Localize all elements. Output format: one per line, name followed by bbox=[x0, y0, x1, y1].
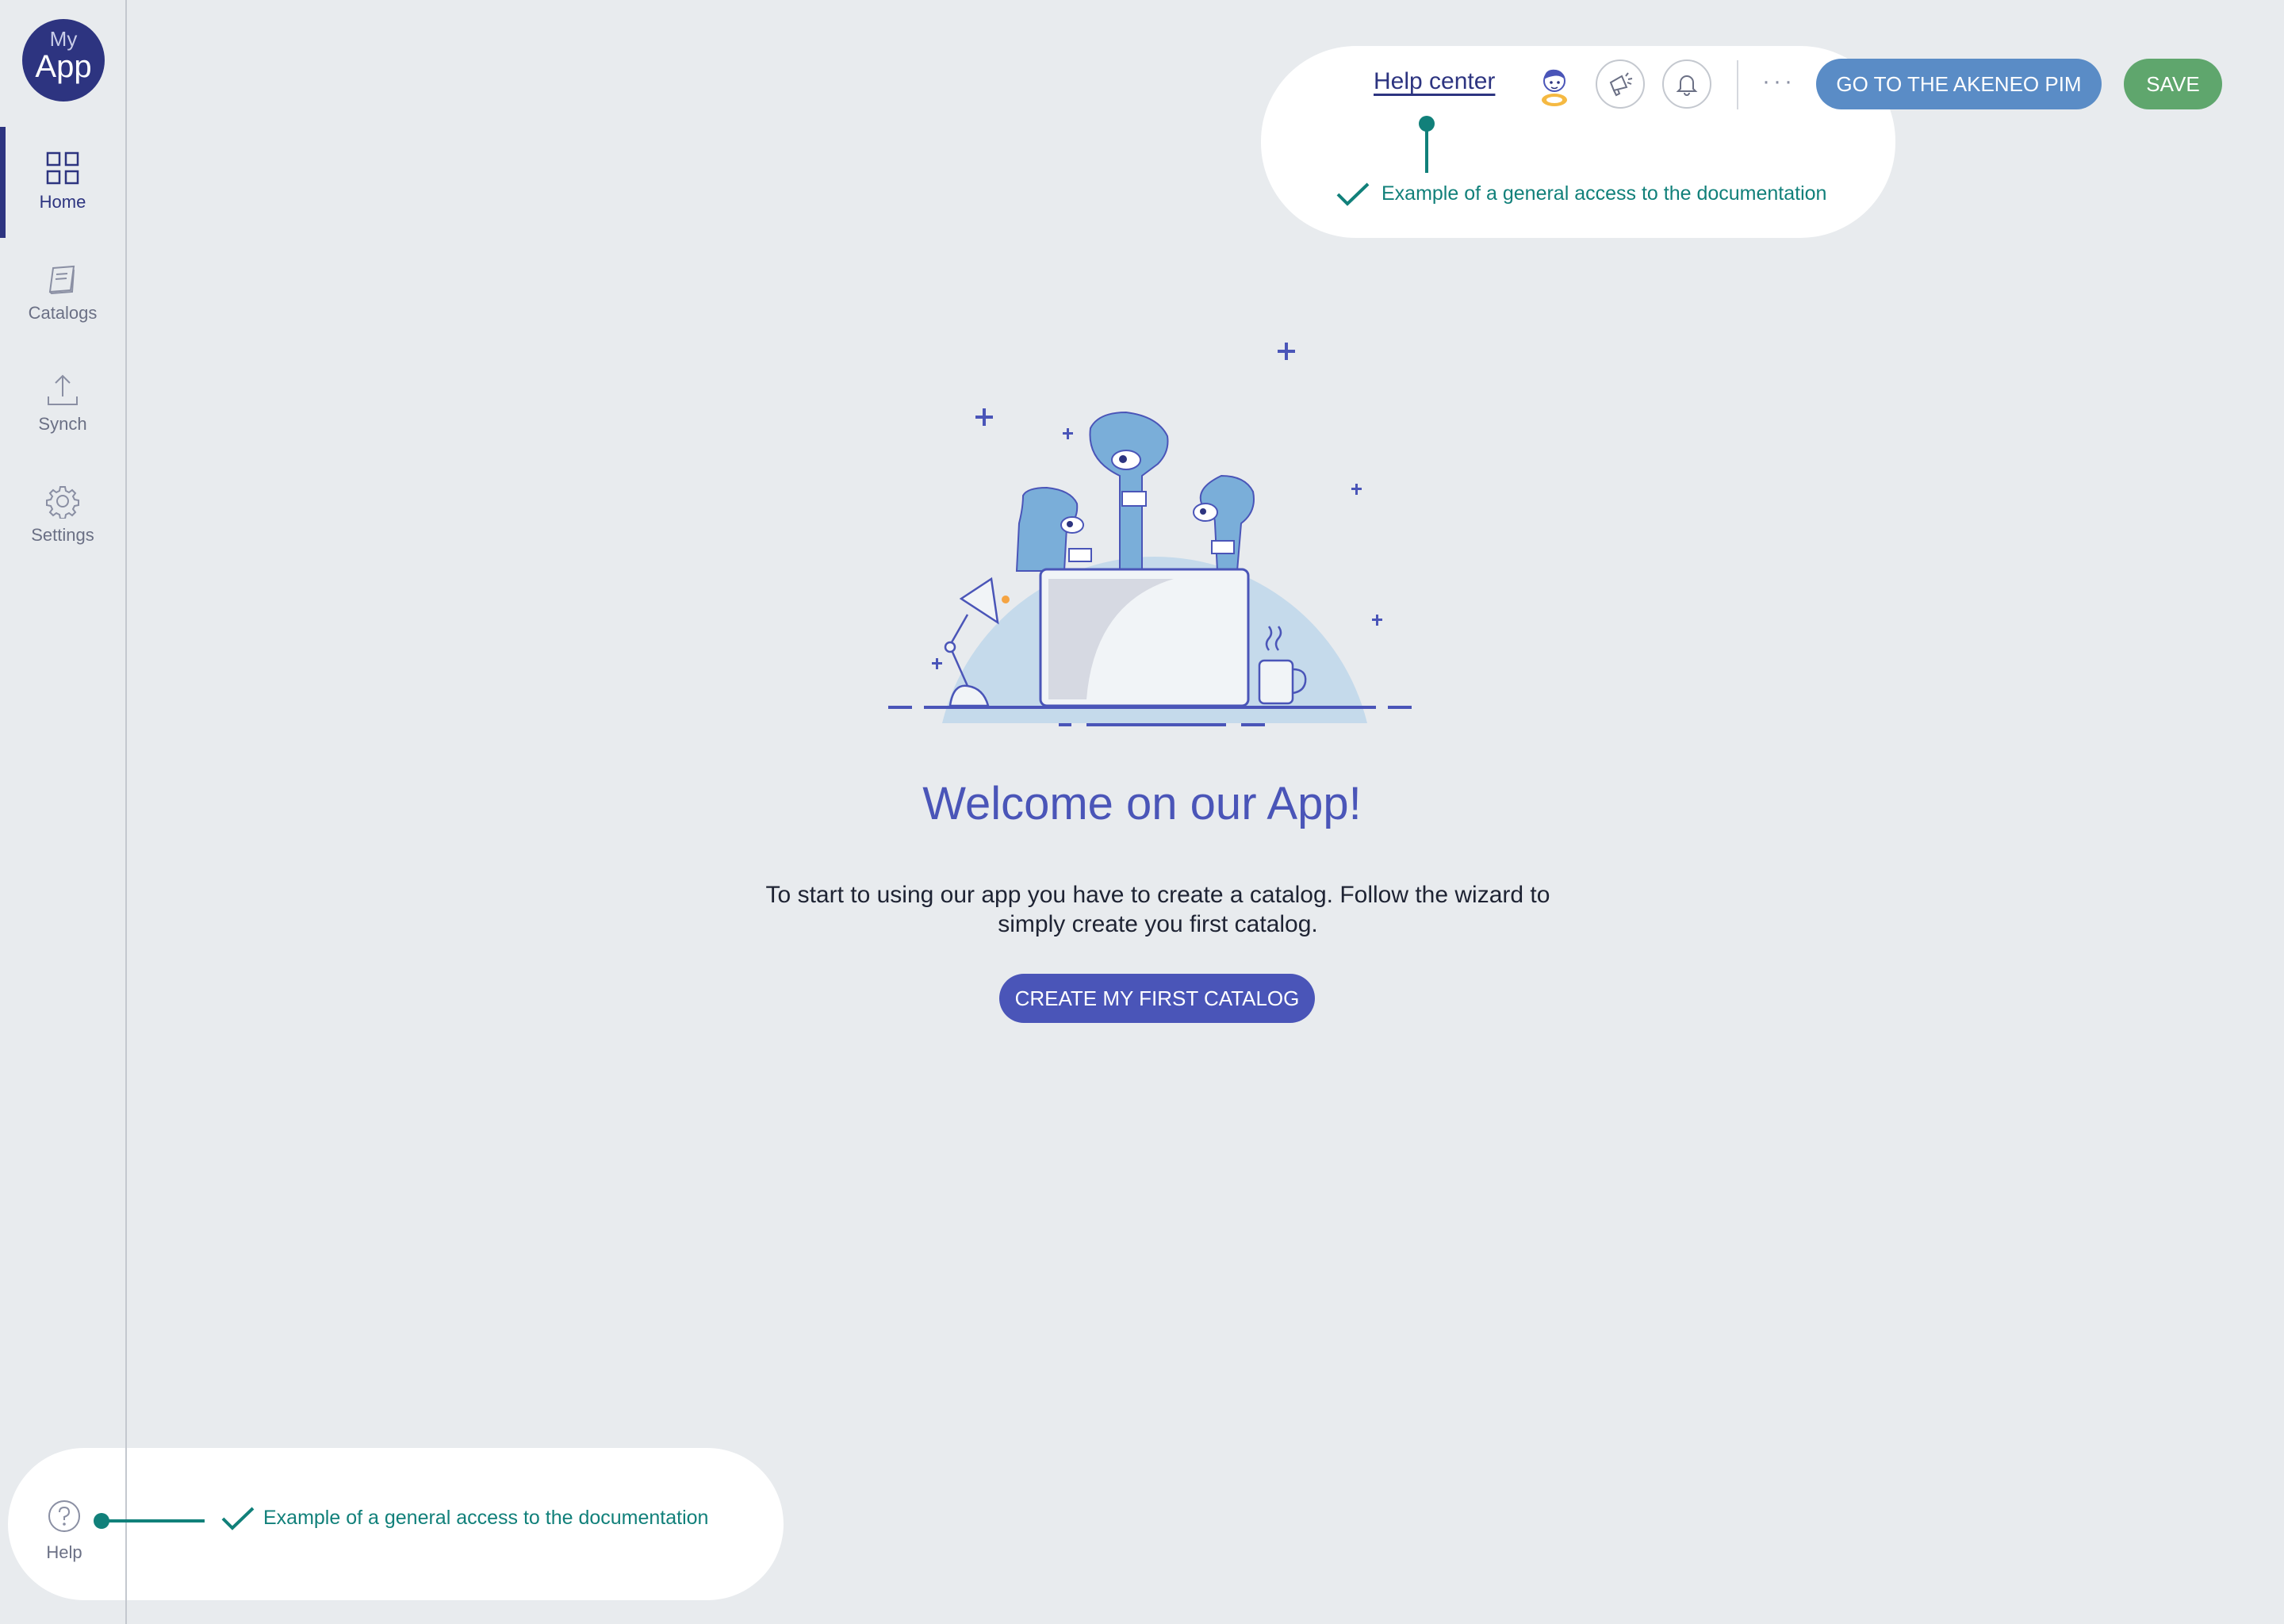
book-icon bbox=[48, 265, 75, 295]
announcements-button[interactable] bbox=[1596, 59, 1645, 109]
sidebar-item-label: Synch bbox=[38, 414, 87, 434]
sidebar-border bbox=[125, 1448, 127, 1624]
help-label: Help bbox=[46, 1542, 82, 1562]
gear-icon bbox=[46, 486, 79, 519]
annotation-pin-line bbox=[100, 1519, 205, 1522]
user-avatar[interactable] bbox=[1534, 63, 1575, 112]
logo-line1: My bbox=[49, 27, 78, 51]
sidebar-item-label: Settings bbox=[31, 525, 94, 545]
top-annotation-text: Example of a general access to the docum… bbox=[1382, 182, 1827, 205]
go-to-akeneo-button[interactable]: GO TO THE AKENEO PIM bbox=[1816, 59, 2102, 109]
sidebar-item-label: Catalogs bbox=[28, 303, 98, 323]
check-icon bbox=[221, 1507, 255, 1530]
sidebar-item-settings[interactable]: Settings bbox=[0, 460, 125, 571]
top-annotation-panel bbox=[1261, 46, 1895, 238]
check-icon bbox=[1336, 182, 1370, 206]
megaphone-icon bbox=[1609, 72, 1633, 97]
avatar-icon bbox=[1542, 69, 1567, 106]
upload-icon bbox=[48, 374, 78, 405]
grid-icon bbox=[46, 151, 79, 185]
app-logo[interactable]: My App bbox=[22, 19, 105, 102]
intro-line-2: simply create you first catalog. bbox=[998, 911, 1318, 937]
intro-line-1: To start to using our app you have to cr… bbox=[765, 882, 1550, 908]
notifications-button[interactable] bbox=[1662, 59, 1711, 109]
sidebar-item-help[interactable]: Help bbox=[30, 1499, 98, 1563]
more-options-icon[interactable]: ··· bbox=[1762, 68, 1795, 95]
intro-text: To start to using our app you have to cr… bbox=[761, 880, 1554, 939]
welcome-illustration bbox=[888, 343, 1412, 726]
welcome-title: Welcome on our App! bbox=[922, 778, 1362, 829]
sidebar-item-synch[interactable]: Synch bbox=[0, 349, 125, 460]
annotation-pin-line bbox=[1425, 124, 1428, 173]
sidebar-item-catalogs[interactable]: Catalogs bbox=[0, 238, 125, 349]
question-circle-icon bbox=[48, 1500, 80, 1532]
help-center-link[interactable]: Help center bbox=[1374, 68, 1495, 95]
bottom-annotation-text: Example of a general access to the docum… bbox=[263, 1507, 709, 1529]
sidebar-item-home[interactable]: Home bbox=[0, 127, 125, 238]
create-first-catalog-button[interactable]: CREATE MY FIRST CATALOG bbox=[999, 974, 1315, 1023]
bell-icon bbox=[1676, 75, 1698, 96]
logo-line2: App bbox=[35, 49, 92, 84]
sidebar-item-label: Home bbox=[39, 192, 86, 212]
header-divider bbox=[1737, 60, 1738, 109]
save-button[interactable]: SAVE bbox=[2124, 59, 2222, 109]
